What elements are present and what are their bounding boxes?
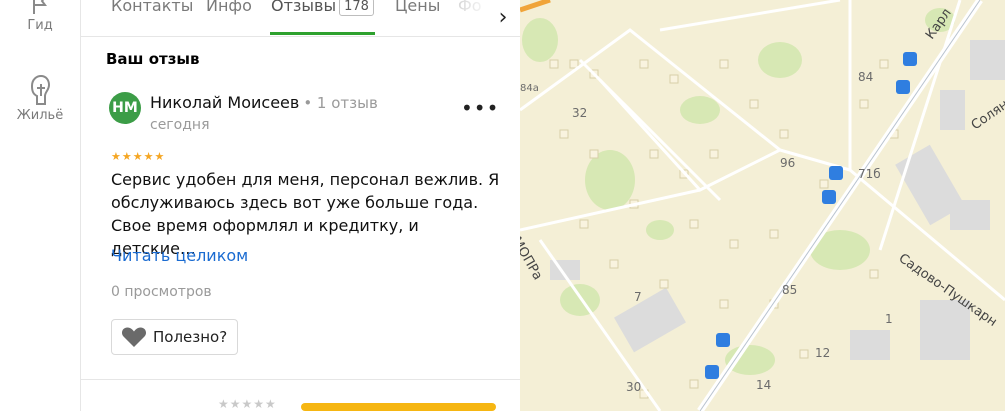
divider (81, 379, 520, 380)
map-label-32: 32 (572, 106, 587, 120)
rail-item-guide-label: Гид (27, 18, 53, 33)
active-tab-indicator (270, 32, 375, 35)
map-canvas[interactable]: 84а 32 96 84 71б 85 7 1 12 30 14 Карл Со… (520, 0, 1005, 411)
review-author[interactable]: Николай Моисеев • 1 отзыв (150, 93, 378, 112)
rail-item-housing-label: Жильё (16, 108, 64, 123)
street-label-solyan: Солян (969, 97, 1005, 133)
map-label-85: 85 (782, 283, 797, 297)
map-label-7: 7 (634, 290, 642, 304)
review-views: 0 просмотров (111, 284, 212, 300)
chevron-right-icon: › (498, 4, 508, 30)
tabs-scroll-right-button[interactable]: › (486, 0, 520, 34)
left-rail: Гид Жильё (0, 0, 81, 411)
map-label-14: 14 (756, 378, 771, 392)
section-title: Ваш отзыв (106, 50, 200, 68)
map-label-96: 96 (780, 156, 795, 170)
rating-bar (301, 403, 496, 411)
map-label-1: 1 (885, 312, 893, 326)
flag-icon (33, 0, 47, 14)
tab-reviews-label: Отзывы (271, 0, 337, 15)
map[interactable]: 84а 32 96 84 71б 85 7 1 12 30 14 Карл Со… (520, 0, 1005, 411)
tab-info[interactable]: Инфо (206, 0, 252, 15)
org-panel: Контакты Инфо Отзывы178 Цены Фо › Ваш от… (81, 0, 520, 411)
tab-prices[interactable]: Цены (395, 0, 440, 15)
tab-reviews[interactable]: Отзывы 178 (271, 0, 374, 16)
useful-button[interactable]: Полезно? (111, 319, 238, 355)
map-label-71b: 71б (858, 167, 881, 181)
map-label-30: 30 (626, 380, 641, 394)
useful-button-label: Полезно? (153, 328, 228, 346)
author-review-count: • 1 отзыв (303, 94, 378, 112)
avatar[interactable]: НМ (109, 92, 141, 124)
more-options-button[interactable]: ••• (461, 96, 499, 120)
tab-contacts[interactable]: Контакты (111, 0, 193, 15)
map-label-84: 84 (858, 70, 873, 84)
review-date: сегодня (150, 117, 210, 133)
rating-stars: ★★★★★ (111, 150, 166, 163)
heart-icon (121, 327, 147, 347)
map-label-12: 12 (815, 346, 830, 360)
more-dots-icon: ••• (461, 96, 500, 120)
rail-item-housing[interactable]: Жильё (0, 74, 80, 123)
rating-stars-bottom: ★★★★★ (218, 397, 277, 411)
house-icon (30, 74, 51, 105)
author-name[interactable]: Николай Моисеев (150, 93, 299, 112)
rail-item-guide[interactable]: Гид (0, 0, 80, 33)
tab-bar: Контакты Инфо Отзывы178 Цены Фо › (81, 0, 520, 37)
map-label-84a: 84а (520, 83, 539, 94)
read-more-link[interactable]: Читать целиком (111, 246, 248, 265)
bus-stop-icons[interactable] (705, 52, 917, 379)
reviews-count-badge: 178 (339, 0, 374, 16)
